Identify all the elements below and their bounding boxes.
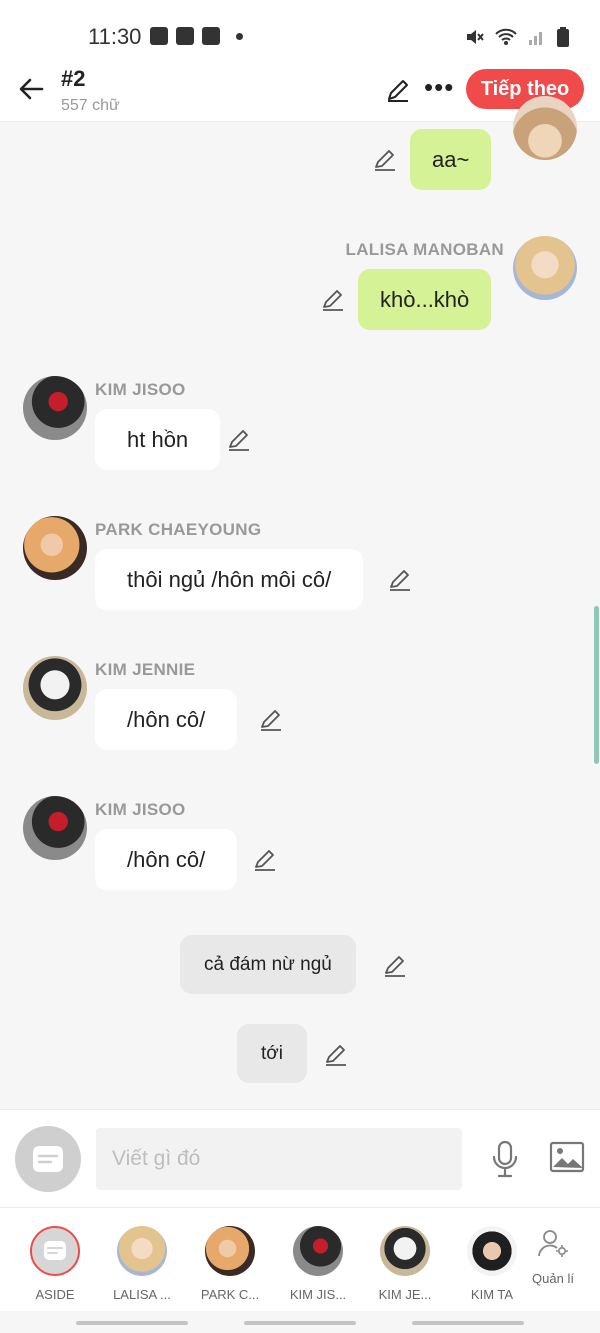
message-bubble[interactable]: aa~: [410, 129, 492, 190]
message-bubble[interactable]: thôi ngủ /hôn môi cô/: [95, 549, 364, 610]
aside-avatar: [30, 1226, 80, 1276]
sender-name: PARK CHAEYOUNG: [95, 520, 262, 539]
message-bubble[interactable]: /hôn cô/: [95, 689, 238, 750]
manage-label: Quản lí: [532, 1271, 574, 1286]
avatar: [117, 1226, 167, 1276]
character-jennie[interactable]: KIM JE...: [365, 1226, 445, 1302]
chapter-title: #2: [61, 66, 86, 91]
message-bubble[interactable]: ht hồn: [95, 409, 221, 470]
avatar[interactable]: [23, 796, 87, 860]
composer-bar: Viết gì đó: [0, 1109, 600, 1207]
edit-message-icon[interactable]: [372, 146, 398, 172]
mute-icon: [467, 30, 484, 44]
recent-apps-button[interactable]: [76, 1321, 188, 1325]
avatar: [467, 1226, 517, 1276]
system-nav-bar: [0, 1311, 600, 1333]
avatar[interactable]: [23, 376, 87, 440]
avatar[interactable]: [23, 656, 87, 720]
back-arrow-icon[interactable]: [16, 74, 46, 104]
chapter-header: #2 557 chữ ••• Tiếp theo: [0, 62, 600, 122]
more-options-icon[interactable]: •••: [424, 74, 454, 100]
sender-name: KIM JENNIE: [95, 660, 196, 679]
home-button[interactable]: [244, 1321, 356, 1325]
app-notification-icon: [202, 27, 220, 45]
sender-name: KIM JISOO: [95, 380, 186, 399]
aside-icon: [33, 1146, 63, 1172]
user-settings-icon: [538, 1230, 568, 1257]
edit-message-icon[interactable]: [323, 1041, 349, 1067]
edit-message-icon[interactable]: [226, 426, 252, 452]
edit-message-icon[interactable]: [252, 846, 278, 872]
avatar[interactable]: [513, 96, 577, 160]
system-icons: [464, 26, 570, 48]
character-label: PARK C...: [200, 1287, 260, 1302]
character-aside[interactable]: ASIDE: [15, 1226, 95, 1302]
character-jisoo[interactable]: KIM JIS...: [278, 1226, 358, 1302]
character-label: KIM JE...: [378, 1287, 432, 1302]
avatar[interactable]: [513, 236, 577, 300]
gallery-notification-icon: [150, 27, 168, 45]
wifi-icon: [495, 28, 517, 45]
edit-message-icon[interactable]: [258, 706, 284, 732]
character-label: LALISA ...: [113, 1287, 171, 1302]
sender-name: LALISA MANOBAN: [345, 240, 504, 259]
manage-characters-button[interactable]: Quản lí: [520, 1226, 586, 1286]
edit-message-icon[interactable]: [320, 286, 346, 312]
aside-bubble[interactable]: cả đám nừ ngủ: [180, 935, 356, 994]
word-count: 557 chữ: [61, 97, 120, 114]
character-label: ASIDE: [35, 1287, 75, 1302]
character-label: KIM TA: [470, 1287, 514, 1302]
character-strip: ASIDE LALISA ... PARK C... KIM JIS... KI…: [0, 1207, 600, 1311]
message-input[interactable]: Viết gì đó: [96, 1128, 462, 1190]
message-bubble[interactable]: khò...khò: [358, 269, 492, 330]
avatar: [205, 1226, 255, 1276]
signal-icon: [529, 32, 542, 45]
status-bar: 11:30: [0, 0, 600, 62]
microphone-icon[interactable]: [490, 1140, 520, 1178]
back-button[interactable]: [412, 1321, 524, 1325]
scroll-indicator[interactable]: [594, 606, 599, 764]
avatar[interactable]: [23, 516, 87, 580]
character-label: KIM JIS...: [289, 1287, 347, 1302]
character-lalisa[interactable]: LALISA ...: [102, 1226, 182, 1302]
shop-notification-icon: [176, 27, 194, 45]
sender-name: KIM JISOO: [95, 800, 186, 819]
edit-pencil-icon[interactable]: [384, 76, 412, 104]
image-icon[interactable]: [549, 1140, 585, 1174]
aside-bubble[interactable]: tới: [237, 1024, 307, 1083]
edit-message-icon[interactable]: [387, 566, 413, 592]
notification-icons: [150, 27, 243, 45]
edit-message-icon[interactable]: [382, 952, 408, 978]
battery-icon: [557, 27, 569, 47]
message-bubble[interactable]: /hôn cô/: [95, 829, 238, 890]
aside-toggle-button[interactable]: [15, 1126, 81, 1192]
aside-icon: [44, 1241, 66, 1260]
character-park[interactable]: PARK C...: [190, 1226, 270, 1302]
status-time: 11:30: [88, 24, 142, 49]
avatar: [380, 1226, 430, 1276]
avatar: [293, 1226, 343, 1276]
more-notifications-icon: [236, 32, 243, 40]
